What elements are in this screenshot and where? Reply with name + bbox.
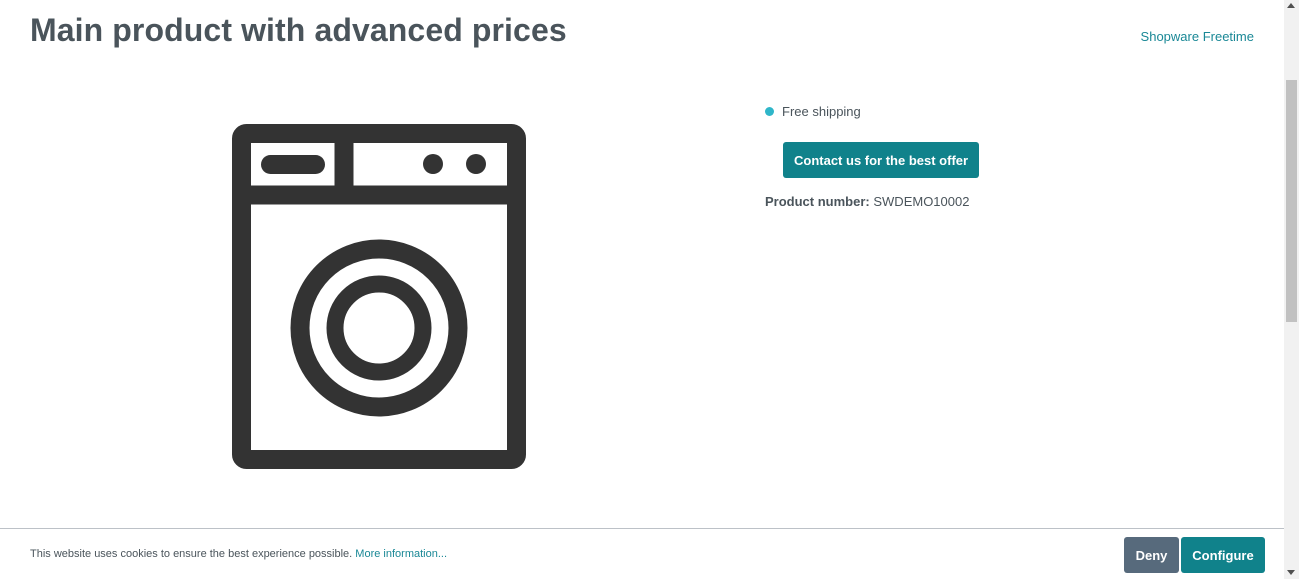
- cookie-permission-bar: This website uses cookies to ensure the …: [0, 528, 1284, 579]
- scrollbar-thumb[interactable]: [1286, 80, 1297, 322]
- configure-button[interactable]: Configure: [1181, 537, 1265, 573]
- scroll-down-arrow-icon[interactable]: [1287, 570, 1295, 575]
- cookie-message: This website uses cookies to ensure the …: [30, 548, 353, 560]
- product-title: Main product with advanced prices: [30, 12, 567, 48]
- product-detail-page: Main product with advanced prices Shopwa…: [0, 0, 1284, 579]
- delivery-information: Free shipping: [765, 100, 1165, 122]
- manufacturer-link[interactable]: Shopware Freetime: [1141, 29, 1254, 44]
- buy-box: Free shipping Contact us for the best of…: [765, 100, 1165, 209]
- scroll-up-arrow-icon[interactable]: [1287, 3, 1295, 8]
- product-number: Product number: SWDEMO10002: [765, 194, 969, 209]
- delivery-status-dot: [765, 106, 774, 116]
- cookie-text: This website uses cookies to ensure the …: [30, 548, 447, 560]
- product-number-value: SWDEMO10002: [873, 194, 970, 209]
- washing-machine-icon[interactable]: [231, 123, 527, 470]
- deny-button[interactable]: Deny: [1124, 537, 1179, 573]
- vertical-scrollbar[interactable]: [1284, 0, 1299, 579]
- delivery-text: Free shipping: [782, 103, 861, 119]
- contact-offer-button[interactable]: Contact us for the best offer: [783, 142, 980, 178]
- cookie-more-info-link[interactable]: More information...: [355, 548, 447, 560]
- product-number-label: Product number:: [765, 194, 870, 209]
